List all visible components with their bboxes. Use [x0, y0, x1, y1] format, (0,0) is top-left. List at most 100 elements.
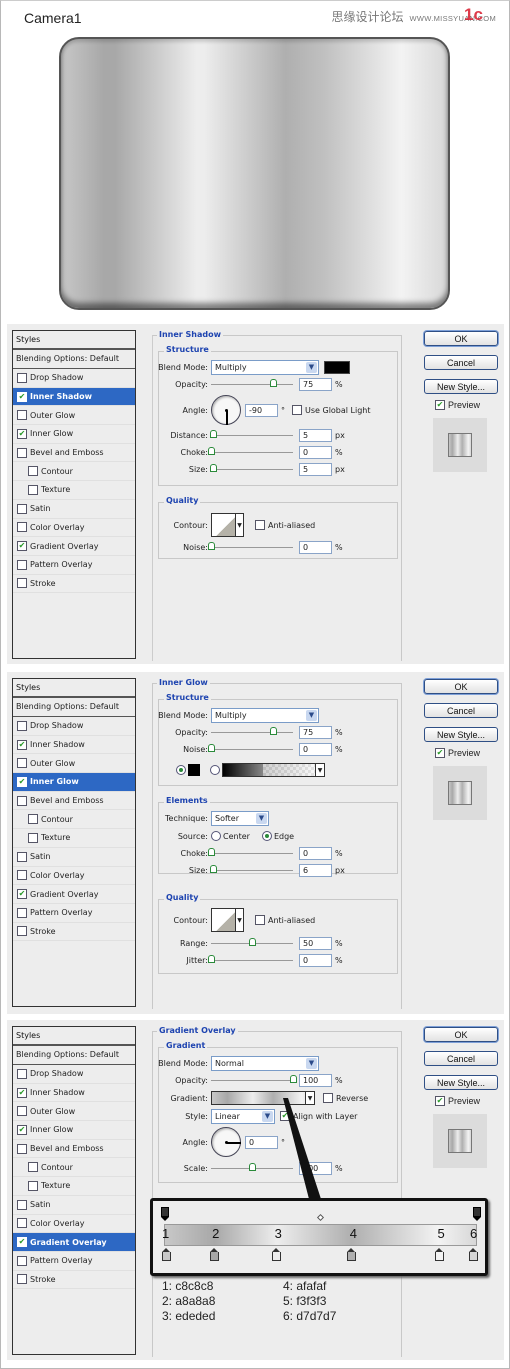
- style-item-satin[interactable]: Satin: [13, 1196, 135, 1215]
- style-checkbox[interactable]: [17, 795, 27, 806]
- style-checkbox[interactable]: [17, 578, 27, 589]
- opacity-input[interactable]: 75: [299, 725, 332, 739]
- noise-input[interactable]: 0: [299, 540, 332, 554]
- angle-input[interactable]: -90: [245, 403, 278, 417]
- style-item-gradient-overlay[interactable]: ✔ Gradient Overlay: [13, 1233, 135, 1252]
- preview-checkbox[interactable]: ✔: [435, 748, 445, 758]
- blending-options-item[interactable]: Blending Options: Default: [13, 1046, 135, 1065]
- style-checkbox[interactable]: [28, 484, 38, 495]
- opacity-stop-left[interactable]: [161, 1207, 169, 1221]
- opacity-input[interactable]: 100: [299, 1073, 332, 1087]
- color-stop[interactable]: [468, 1248, 478, 1262]
- style-checkbox[interactable]: ✔: [17, 889, 27, 900]
- color-stop[interactable]: [347, 1248, 357, 1262]
- style-checkbox[interactable]: [28, 814, 38, 825]
- preview-toggle[interactable]: ✔ Preview: [435, 748, 480, 758]
- opacity-slider[interactable]: [211, 1075, 297, 1083]
- ok-button[interactable]: OK: [424, 1027, 498, 1042]
- style-checkbox[interactable]: ✔: [17, 739, 27, 750]
- style-checkbox[interactable]: [17, 1274, 27, 1285]
- style-checkbox[interactable]: [28, 466, 38, 477]
- blend-mode-select[interactable]: Multiply ▼: [211, 707, 319, 723]
- choke-slider[interactable]: [208, 447, 293, 455]
- align-with-layer-checkbox[interactable]: ✔: [280, 1111, 290, 1121]
- style-checkbox[interactable]: [17, 1143, 27, 1154]
- style-item-contour[interactable]: Contour: [13, 810, 135, 830]
- anti-aliased-checkbox[interactable]: [255, 520, 265, 530]
- scale-input[interactable]: 100: [299, 1161, 332, 1175]
- anti-aliased-checkbox[interactable]: [255, 915, 265, 925]
- slider-thumb[interactable]: [269, 379, 277, 387]
- cancel-button[interactable]: Cancel: [424, 355, 498, 370]
- style-checkbox[interactable]: [28, 1162, 38, 1173]
- contour-picker[interactable]: ▼: [211, 908, 244, 932]
- style-checkbox[interactable]: ✔: [17, 391, 27, 402]
- style-item-texture[interactable]: Texture: [13, 481, 135, 500]
- angle-dial[interactable]: [211, 395, 241, 425]
- style-item-texture[interactable]: Texture: [13, 829, 135, 848]
- style-item-stroke[interactable]: Stroke: [13, 575, 135, 594]
- style-checkbox[interactable]: [17, 447, 27, 458]
- style-checkbox[interactable]: [28, 832, 38, 843]
- style-item-color-overlay[interactable]: Color Overlay: [13, 1215, 135, 1234]
- style-item-stroke[interactable]: Stroke: [13, 923, 135, 942]
- styles-header[interactable]: Styles: [13, 331, 135, 350]
- slider-thumb[interactable]: [208, 955, 215, 963]
- slider-thumb[interactable]: [290, 1075, 297, 1083]
- style-item-contour[interactable]: Contour: [13, 1158, 135, 1178]
- style-checkbox[interactable]: [17, 503, 27, 514]
- style-item-color-overlay[interactable]: Color Overlay: [13, 519, 135, 538]
- preview-toggle[interactable]: ✔ Preview: [435, 1096, 480, 1106]
- opacity-input[interactable]: 75: [299, 377, 332, 391]
- angle-dial[interactable]: [211, 1127, 241, 1157]
- midpoint-diamond[interactable]: [316, 1213, 325, 1222]
- opacity-slider[interactable]: [211, 727, 293, 735]
- style-item-satin[interactable]: Satin: [13, 500, 135, 519]
- cancel-button[interactable]: Cancel: [424, 703, 498, 718]
- range-input[interactable]: 50: [299, 936, 332, 950]
- style-checkbox[interactable]: [17, 410, 27, 421]
- style-item-texture[interactable]: Texture: [13, 1177, 135, 1196]
- blending-options-item[interactable]: Blending Options: Default: [13, 698, 135, 717]
- blend-mode-select[interactable]: Multiply ▼: [211, 359, 319, 375]
- style-checkbox[interactable]: ✔: [17, 428, 27, 439]
- color-stop[interactable]: [161, 1248, 171, 1262]
- style-item-gradient-overlay[interactable]: ✔ Gradient Overlay: [13, 537, 135, 556]
- gradient-picker[interactable]: ▼: [211, 1091, 315, 1105]
- choke-input[interactable]: 0: [299, 445, 332, 459]
- style-item-bevel-and-emboss[interactable]: Bevel and Emboss: [13, 444, 135, 463]
- style-item-contour[interactable]: Contour: [13, 462, 135, 482]
- style-item-pattern-overlay[interactable]: Pattern Overlay: [13, 556, 135, 575]
- jitter-input[interactable]: 0: [299, 953, 332, 967]
- style-checkbox[interactable]: [17, 870, 27, 881]
- blending-options-item[interactable]: Blending Options: Default: [13, 350, 135, 369]
- style-item-inner-shadow[interactable]: ✔ Inner Shadow: [13, 736, 135, 755]
- color-stop[interactable]: [434, 1248, 444, 1262]
- preview-checkbox[interactable]: ✔: [435, 400, 445, 410]
- styles-header[interactable]: Styles: [13, 1027, 135, 1046]
- slider-thumb[interactable]: [249, 938, 256, 946]
- dropdown-arrow-icon[interactable]: ▼: [235, 909, 243, 931]
- style-item-pattern-overlay[interactable]: Pattern Overlay: [13, 1252, 135, 1271]
- noise-input[interactable]: 0: [299, 742, 332, 756]
- style-checkbox[interactable]: [17, 1199, 27, 1210]
- new-style-button[interactable]: New Style...: [424, 1075, 498, 1090]
- slider-thumb[interactable]: [209, 865, 217, 873]
- slider-thumb[interactable]: [208, 848, 215, 856]
- style-item-outer-glow[interactable]: Outer Glow: [13, 1102, 135, 1122]
- scale-slider[interactable]: [211, 1163, 293, 1171]
- size-input[interactable]: 5: [299, 462, 332, 476]
- style-checkbox[interactable]: [17, 1106, 27, 1117]
- style-item-inner-shadow[interactable]: ✔ Inner Shadow: [13, 1084, 135, 1103]
- style-checkbox[interactable]: [17, 851, 27, 862]
- style-item-outer-glow[interactable]: Outer Glow: [13, 754, 135, 774]
- cancel-button[interactable]: Cancel: [424, 1051, 498, 1066]
- technique-select[interactable]: Softer ▼: [211, 810, 269, 826]
- dropdown-arrow-icon[interactable]: ▼: [305, 1092, 314, 1104]
- contour-picker[interactable]: ▼: [211, 513, 244, 537]
- size-input[interactable]: 6: [299, 863, 332, 877]
- style-checkbox[interactable]: [17, 907, 27, 918]
- style-item-pattern-overlay[interactable]: Pattern Overlay: [13, 904, 135, 923]
- source-center-radio[interactable]: [211, 831, 221, 841]
- jitter-slider[interactable]: [208, 955, 293, 963]
